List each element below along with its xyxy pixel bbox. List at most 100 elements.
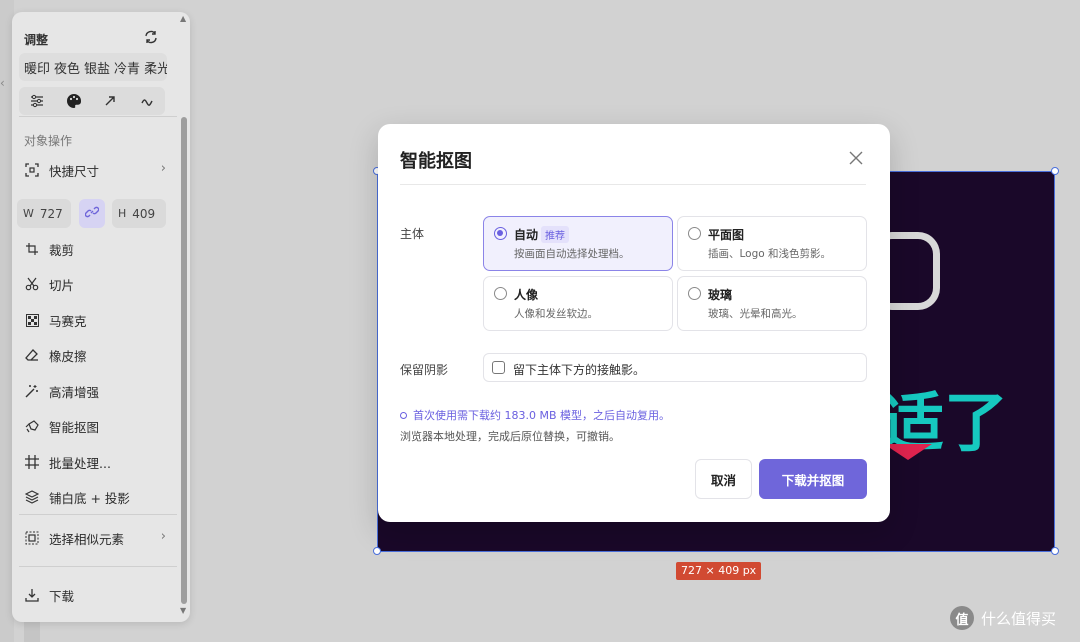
cutout-item[interactable]: 智能抠图 bbox=[24, 414, 164, 438]
watermark: 值 什么值得买 bbox=[950, 606, 1056, 630]
dialog-title: 智能抠图 bbox=[400, 151, 472, 172]
option-flat[interactable]: 平面图 插画、Logo 和浅色剪影。 bbox=[677, 216, 867, 271]
keep-shadow-text: 留下主体下方的接触影。 bbox=[513, 363, 646, 377]
preset-item[interactable]: 夜色 bbox=[54, 58, 80, 77]
enhance-item[interactable]: 高清增强 bbox=[24, 379, 164, 403]
arrow-icon[interactable] bbox=[100, 91, 120, 111]
watermark-logo: 值 bbox=[950, 606, 974, 630]
link-icon bbox=[84, 205, 100, 222]
lasso-icon bbox=[24, 418, 40, 434]
option-desc: 玻璃、光晕和高光。 bbox=[708, 308, 803, 320]
eraser-label: 橡皮擦 bbox=[49, 348, 87, 364]
recommended-badge: 推荐 bbox=[541, 226, 569, 243]
select-frame-icon bbox=[24, 530, 40, 546]
crop-item[interactable]: 裁剪 bbox=[24, 237, 164, 261]
sliders-icon[interactable] bbox=[27, 91, 47, 111]
close-icon[interactable] bbox=[848, 150, 864, 166]
quick-size-label: 快捷尺寸 bbox=[49, 163, 100, 179]
radio-portrait[interactable] bbox=[494, 287, 507, 300]
panel-divider bbox=[19, 514, 177, 515]
backdrop-label: 铺白底 + 投影 bbox=[49, 490, 130, 506]
mosaic-label: 马赛克 bbox=[49, 313, 87, 329]
scroll-up-icon[interactable]: ▲ bbox=[180, 14, 186, 23]
radio-auto[interactable] bbox=[494, 227, 507, 240]
resize-handle-bottom-left[interactable] bbox=[373, 547, 381, 555]
option-title: 自动 bbox=[514, 228, 539, 242]
refresh-icon[interactable] bbox=[143, 29, 159, 45]
radio-flat[interactable] bbox=[688, 227, 701, 240]
slice-label: 切片 bbox=[49, 277, 75, 293]
batch-item[interactable]: 批量处理... bbox=[24, 450, 164, 474]
frame-dashed-icon bbox=[24, 162, 40, 178]
shadow-label: 保留阴影 bbox=[400, 363, 449, 377]
select-similar-label: 选择相似元素 bbox=[49, 531, 125, 547]
smart-cutout-dialog: 智能抠图 主体 自动 推荐 按画面自动选择处理档。 平面图 插画、Logo 和浅… bbox=[378, 124, 890, 522]
resize-handle-top-right[interactable] bbox=[1051, 167, 1059, 175]
palette-icon[interactable] bbox=[64, 91, 84, 111]
chevron-right-icon: › bbox=[160, 161, 166, 176]
size-badge: 727 × 409 px bbox=[676, 562, 762, 580]
download-info-text: 首次使用需下载约 183.0 MB 模型，之后自动复用。 bbox=[413, 409, 671, 422]
dialog-divider bbox=[400, 184, 866, 185]
quick-size-item[interactable]: 快捷尺寸 › bbox=[24, 158, 166, 182]
download-and-cutout-button[interactable]: 下载并抠图 bbox=[759, 459, 867, 499]
scissors-icon bbox=[24, 276, 40, 292]
pink-shape bbox=[884, 444, 932, 460]
curve-icon[interactable] bbox=[137, 91, 157, 111]
enhance-label: 高清增强 bbox=[49, 384, 100, 400]
option-portrait[interactable]: 人像 人像和发丝软边。 bbox=[483, 276, 673, 331]
mosaic-icon bbox=[24, 312, 40, 328]
crop-icon bbox=[24, 241, 40, 257]
cancel-button[interactable]: 取消 bbox=[695, 459, 752, 499]
eraser-icon bbox=[24, 347, 40, 363]
keep-shadow-checkbox[interactable] bbox=[492, 361, 505, 374]
panel-divider bbox=[19, 116, 177, 117]
select-similar-item[interactable]: 选择相似元素 › bbox=[24, 526, 166, 550]
download-item[interactable]: 下载 bbox=[24, 583, 164, 607]
watermark-text: 什么值得买 bbox=[981, 609, 1057, 628]
info-dot-icon bbox=[400, 411, 407, 419]
height-field[interactable]: H 409 bbox=[112, 199, 166, 228]
chevron-right-icon: › bbox=[160, 529, 166, 544]
keep-shadow-option[interactable]: 留下主体下方的接触影。 bbox=[483, 353, 867, 382]
panel-divider bbox=[19, 566, 177, 567]
preset-item[interactable]: 银盐 bbox=[84, 58, 110, 77]
option-glass[interactable]: 玻璃 玻璃、光晕和高光。 bbox=[677, 276, 867, 331]
radio-glass[interactable] bbox=[688, 287, 701, 300]
width-field[interactable]: W 727 bbox=[17, 199, 71, 228]
width-value: 727 bbox=[39, 206, 63, 221]
lock-ratio-button[interactable] bbox=[79, 199, 105, 228]
resize-handle-bottom-right[interactable] bbox=[1051, 547, 1059, 555]
option-desc: 人像和发丝软边。 bbox=[514, 308, 598, 320]
option-auto[interactable]: 自动 推荐 按画面自动选择处理档。 bbox=[483, 216, 673, 271]
left-edge-block bbox=[24, 620, 40, 642]
backdrop-item[interactable]: 铺白底 + 投影 bbox=[24, 485, 164, 509]
preset-item[interactable]: 柔光 bbox=[144, 58, 167, 77]
magic-wand-icon bbox=[24, 383, 40, 399]
chevron-left-icon[interactable]: ‹ bbox=[0, 76, 5, 90]
scroll-down-icon[interactable]: ▼ bbox=[180, 606, 186, 615]
slice-item[interactable]: 切片 bbox=[24, 272, 164, 296]
option-desc: 插画、Logo 和浅色剪影。 bbox=[708, 248, 832, 260]
option-desc: 按画面自动选择处理档。 bbox=[514, 248, 630, 260]
local-info-text: 浏览器本地处理，完成后原位替换，可撤销。 bbox=[400, 430, 620, 443]
preset-item[interactable]: 冷青 bbox=[114, 58, 140, 77]
height-label: H bbox=[118, 207, 127, 220]
cutout-label: 智能抠图 bbox=[49, 419, 100, 435]
download-icon bbox=[24, 587, 40, 603]
option-title: 平面图 bbox=[708, 228, 745, 242]
layers-icon bbox=[24, 489, 40, 505]
option-title: 玻璃 bbox=[708, 288, 733, 302]
panel-scrollbar[interactable] bbox=[181, 117, 187, 604]
download-label: 下载 bbox=[49, 588, 75, 604]
section-label: 对象操作 bbox=[24, 134, 73, 148]
preset-item[interactable]: 暖印 bbox=[24, 58, 50, 77]
width-label: W bbox=[23, 207, 34, 220]
download-info: 首次使用需下载约 183.0 MB 模型，之后自动复用。 bbox=[400, 407, 670, 423]
grid-icon bbox=[24, 454, 40, 470]
eraser-item[interactable]: 橡皮擦 bbox=[24, 343, 164, 367]
crop-label: 裁剪 bbox=[49, 242, 75, 258]
panel-title: 调整 bbox=[24, 33, 49, 47]
batch-label: 批量处理... bbox=[49, 455, 111, 471]
mosaic-item[interactable]: 马赛克 bbox=[24, 308, 164, 332]
